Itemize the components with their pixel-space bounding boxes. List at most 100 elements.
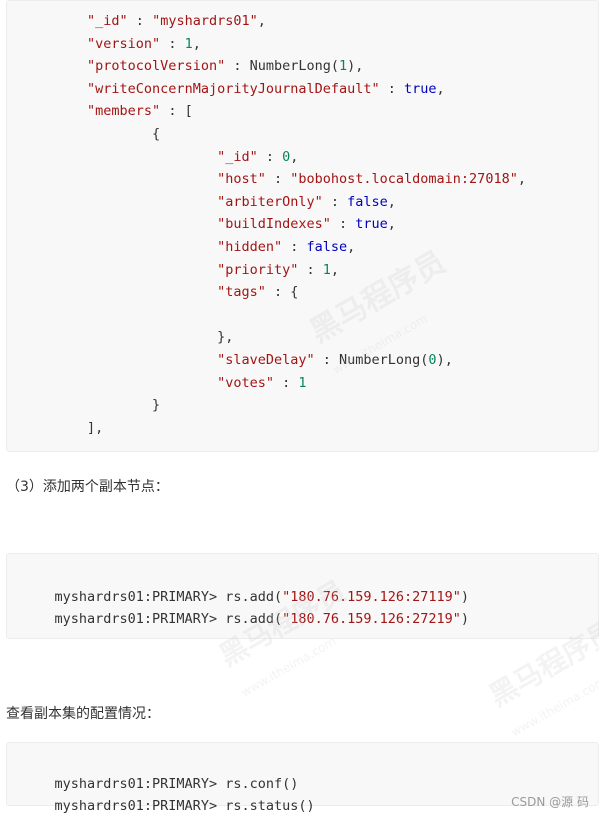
punctuation: } — [152, 397, 161, 414]
json-value: true — [355, 216, 388, 233]
json-value: false — [347, 193, 388, 210]
code-line: "priority" : 1, — [22, 259, 339, 281]
footer-attribution: CSDN @源 码 — [511, 795, 589, 809]
step3-heading: （3）添加两个副本节点： — [6, 479, 169, 495]
add-members-code-block: myshardrs01:PRIMARY> rs.add("180.76.159.… — [6, 553, 599, 639]
punctuation: , — [444, 352, 453, 368]
punctuation: , — [436, 80, 445, 97]
view-config-heading: 查看副本集的配置情况： — [6, 706, 160, 722]
paren-close: ) — [460, 611, 470, 627]
code-line: ], — [22, 417, 103, 439]
punctuation: , — [192, 35, 201, 52]
json-key: "arbiterOnly" — [217, 193, 323, 210]
json-key: "votes" — [217, 374, 274, 391]
punctuation: , — [387, 193, 396, 210]
json-key: "buildIndexes" — [217, 216, 331, 233]
separator: : — [379, 80, 405, 97]
prompt-text: myshardrs01:PRIMARY> — [54, 611, 226, 627]
code-line: } — [22, 394, 160, 416]
code-line: "_id" : 0, — [22, 146, 298, 168]
separator: : — [225, 58, 250, 75]
separator: : — [298, 261, 323, 278]
punctuation: , — [355, 58, 364, 75]
code-line: "members" : [ — [22, 100, 193, 122]
punctuation: ], — [87, 419, 104, 436]
code-line: { — [22, 123, 160, 145]
json-code-block: "_id" : "myshardrs01", "version" : 1, "p… — [6, 0, 599, 452]
json-key: "members" — [87, 103, 161, 120]
json-key: "slaveDelay" — [217, 352, 315, 368]
json-value: 1 — [322, 261, 331, 278]
command-text: rs.add( — [225, 611, 283, 627]
punctuation: , — [517, 171, 526, 188]
json-value: 1 — [298, 374, 307, 391]
code-line: "protocolVersion" : NumberLong(1), — [22, 55, 363, 77]
separator: : — [257, 148, 283, 165]
separator: : — [160, 35, 185, 52]
conf-status-code-block: myshardrs01:PRIMARY> rs.conf() myshardrs… — [6, 742, 599, 814]
prompt-text: myshardrs01:PRIMARY> — [54, 798, 226, 814]
punctuation: { — [152, 126, 161, 142]
punctuation: , — [257, 13, 266, 29]
host-arg: "180.76.159.126:27219" — [282, 611, 461, 627]
punctuation: , — [290, 148, 299, 165]
json-key: "writeConcernMajorityJournalDefault" — [87, 80, 380, 97]
code-line: "buildIndexes" : true, — [22, 213, 396, 235]
separator: : — [265, 171, 291, 188]
code-line: "hidden" : false, — [22, 236, 355, 258]
json-value: 1 — [184, 35, 193, 52]
json-value: { — [290, 284, 299, 301]
code-line: "_id" : "myshardrs01", — [22, 10, 266, 32]
code-line: "arbiterOnly" : false, — [22, 191, 396, 213]
conf-line-2: myshardrs01:PRIMARY> rs.status() — [22, 773, 315, 839]
punctuation: , — [387, 216, 396, 233]
json-key: "tags" — [217, 284, 266, 301]
json-value: false — [306, 239, 348, 255]
separator: : — [127, 13, 153, 29]
json-key: "hidden" — [217, 239, 283, 255]
function-name: NumberLong( — [249, 58, 339, 75]
separator: : — [314, 352, 340, 368]
punctuation: , — [330, 261, 340, 278]
punctuation: , — [347, 239, 356, 255]
separator: : — [160, 103, 185, 120]
code-line: "writeConcernMajorityJournalDefault" : t… — [22, 78, 445, 100]
json-value: "myshardrs01" — [152, 13, 258, 29]
json-value: true — [404, 80, 437, 97]
json-key: "priority" — [217, 261, 299, 278]
json-value: 1 — [339, 58, 348, 75]
add-line-2: myshardrs01:PRIMARY> rs.add("180.76.159.… — [22, 586, 470, 652]
json-key: "version" — [87, 35, 161, 52]
code-line: "host" : "bobohost.localdomain:27018", — [22, 168, 526, 190]
separator: : — [265, 284, 291, 301]
punctuation: ) — [436, 352, 445, 368]
separator: : — [330, 216, 356, 233]
json-value: "bobohost.localdomain:27018" — [290, 171, 518, 188]
separator: : — [273, 374, 299, 391]
json-value: [ — [184, 103, 193, 120]
code-line: "slaveDelay" : NumberLong(0), — [22, 349, 453, 371]
json-key: "protocolVersion" — [87, 58, 226, 75]
code-line: }, — [22, 326, 233, 348]
json-key: "host" — [217, 171, 266, 188]
json-key: "_id" — [217, 148, 258, 165]
separator: : — [322, 193, 348, 210]
